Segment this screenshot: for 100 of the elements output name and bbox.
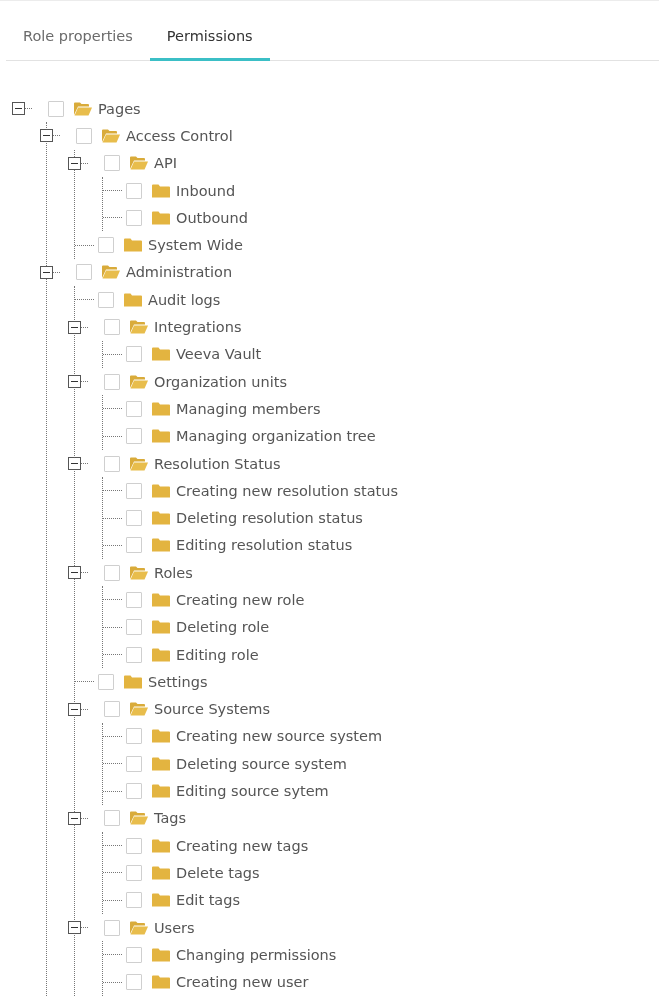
tree-item-label[interactable]: Users [154, 919, 195, 936]
collapse-icon[interactable] [68, 457, 81, 470]
tree-item-label[interactable]: Audit logs [148, 291, 221, 308]
open-folder-icon [130, 456, 148, 471]
tree-item-label[interactable]: Deleting resolution status [176, 510, 363, 527]
open-folder-icon [130, 702, 148, 717]
folder-icon [152, 429, 170, 444]
folder-icon [124, 238, 142, 253]
collapse-icon[interactable] [68, 375, 81, 389]
checkbox[interactable] [126, 646, 142, 663]
checkbox[interactable] [98, 237, 114, 254]
folder-icon [152, 784, 170, 799]
checkbox[interactable] [126, 974, 142, 991]
tree-item-label[interactable]: Creating new resolution status [176, 482, 399, 499]
tree-item-label[interactable]: Access Control [126, 127, 233, 144]
folder-icon [124, 674, 142, 689]
tree-item-label[interactable]: Editing resolution status [176, 537, 353, 554]
tree-item-label[interactable]: Managing organization tree [176, 428, 376, 445]
folder-icon [152, 483, 170, 498]
tab[interactable]: Permissions [149, 28, 270, 61]
collapse-icon[interactable] [68, 320, 81, 334]
checkbox[interactable] [126, 783, 142, 800]
tree-item-label[interactable]: Tags [154, 810, 187, 827]
tree-item-label[interactable]: Creating new tags [176, 837, 309, 854]
tree-item-label[interactable]: Organization units [154, 373, 287, 390]
tree-item-label[interactable]: Outbound [176, 209, 248, 226]
checkbox[interactable] [104, 810, 120, 827]
checkbox[interactable] [126, 482, 142, 499]
folder-icon [152, 838, 170, 853]
tab[interactable]: Role properties [6, 28, 150, 61]
folder-icon [152, 183, 170, 198]
checkbox[interactable] [104, 919, 120, 936]
checkbox[interactable] [126, 728, 142, 745]
folder-icon [152, 593, 170, 607]
checkbox[interactable] [104, 319, 120, 335]
checkbox[interactable] [76, 127, 92, 144]
checkbox[interactable] [126, 755, 142, 772]
checkbox[interactable] [104, 373, 120, 390]
checkbox[interactable] [126, 209, 142, 226]
open-folder-icon [130, 156, 148, 171]
checkbox[interactable] [126, 864, 142, 881]
tree-item-label[interactable]: Deleting source system [176, 755, 347, 772]
checkbox[interactable] [98, 673, 114, 690]
checkbox[interactable] [126, 537, 142, 554]
folder-icon [152, 756, 170, 771]
tree-item-label[interactable]: Managing members [176, 400, 321, 417]
tree-item-label[interactable]: Deleting role [176, 619, 270, 636]
folder-icon [152, 538, 170, 553]
checkbox[interactable] [126, 892, 142, 909]
checkbox[interactable] [104, 455, 120, 472]
tree-item-label[interactable]: API [154, 155, 177, 172]
tree-item-label[interactable]: Resolution Status [154, 455, 281, 472]
tree-item-label[interactable]: Pages [98, 100, 141, 117]
checkbox[interactable] [76, 264, 92, 281]
tree-item-label[interactable]: Inbound [176, 182, 236, 199]
collapse-icon[interactable] [68, 702, 81, 716]
checkbox[interactable] [98, 291, 114, 308]
checkbox[interactable] [126, 619, 142, 636]
tree-item-label[interactable]: Creating new user [176, 974, 309, 991]
checkbox[interactable] [126, 837, 142, 854]
tree-item-label[interactable]: Settings [148, 673, 208, 690]
tree-item-label[interactable]: Roles [154, 564, 193, 581]
checkbox[interactable] [104, 701, 120, 718]
tree-item-label[interactable]: System Wide [148, 237, 243, 254]
tree-item-label[interactable]: Editing source sytem [176, 783, 329, 800]
checkbox[interactable] [48, 100, 64, 117]
collapse-icon[interactable] [68, 156, 81, 170]
folder-icon [152, 620, 170, 635]
checkbox[interactable] [126, 182, 142, 199]
folder-icon [152, 729, 170, 744]
collapse-icon[interactable] [40, 265, 53, 279]
tree-item-label[interactable]: Delete tags [176, 864, 260, 881]
collapse-icon[interactable] [68, 811, 81, 825]
checkbox[interactable] [126, 592, 142, 608]
tree-item-label[interactable]: Veeva Vault [176, 346, 262, 363]
checkbox[interactable] [104, 155, 120, 172]
collapse-icon[interactable] [68, 921, 81, 935]
collapse-icon[interactable] [40, 129, 53, 143]
open-folder-icon [130, 374, 148, 389]
folder-icon [152, 947, 170, 962]
tree-item-label[interactable]: Creating new source system [176, 728, 383, 745]
tree-item-label[interactable]: Source Systems [154, 701, 271, 718]
tree-item-label[interactable]: Changing permissions [176, 946, 337, 963]
open-folder-icon [102, 265, 120, 280]
folder-icon [124, 292, 142, 307]
tree-item-label[interactable]: Creating new role [176, 592, 305, 608]
collapse-icon[interactable] [68, 566, 81, 580]
checkbox[interactable] [126, 510, 142, 527]
tree-item-label[interactable]: Editing role [176, 646, 259, 663]
checkbox[interactable] [104, 564, 120, 581]
open-folder-icon [130, 920, 148, 935]
checkbox[interactable] [126, 428, 142, 445]
checkbox[interactable] [126, 946, 142, 963]
tree-item-label[interactable]: Integrations [154, 319, 242, 335]
tree-item-label[interactable]: Edit tags [176, 892, 241, 909]
checkbox[interactable] [126, 346, 142, 363]
collapse-icon[interactable] [12, 102, 25, 116]
tree-item-label[interactable]: Administration [126, 264, 233, 281]
checkbox[interactable] [126, 400, 142, 417]
folder-icon [152, 511, 170, 526]
